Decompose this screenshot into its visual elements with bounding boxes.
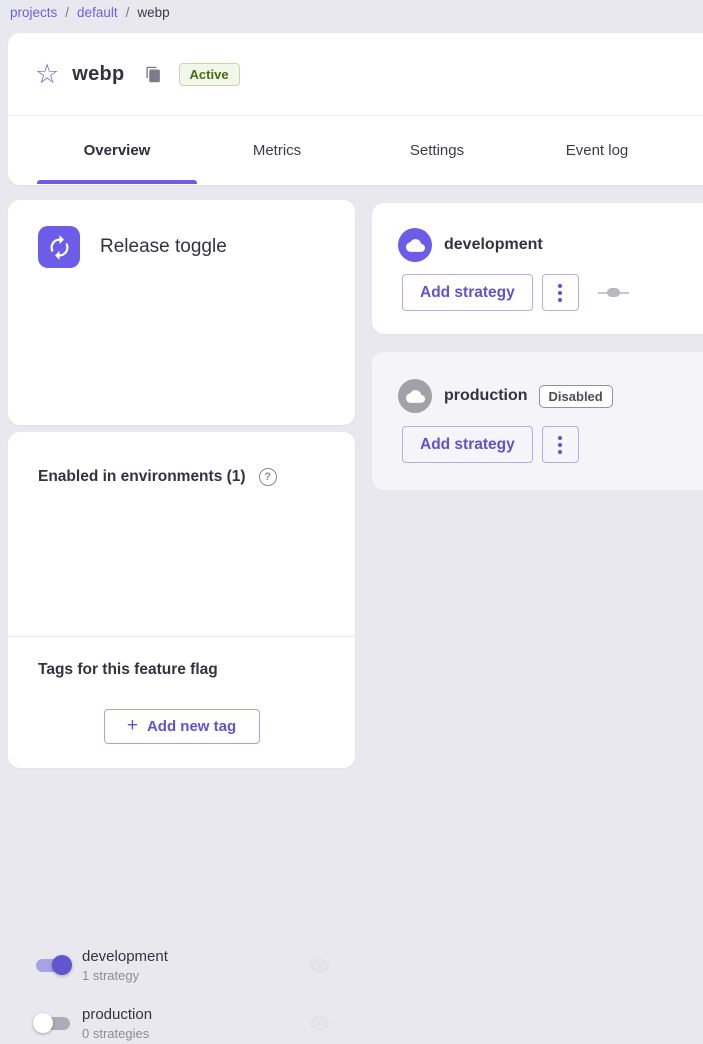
breadcrumb: projects / default / webp [10, 0, 170, 24]
breadcrumb-default-link[interactable]: default [77, 5, 118, 20]
eye-icon[interactable] [308, 1012, 331, 1035]
environment-panel-name: development [444, 236, 543, 254]
environment-row-text: development 1 strategy [82, 948, 168, 983]
environment-strategy-count: 0 strategies [82, 1026, 152, 1041]
favorite-star-icon[interactable]: ☆ [35, 61, 59, 88]
feature-flag-overview-page: projects / default / webp ☆ webp Active … [0, 0, 703, 777]
breadcrumb-projects-link[interactable]: projects [10, 5, 57, 20]
environment-name: production [82, 1006, 152, 1023]
environment-row-text: production 0 strategies [82, 1006, 152, 1041]
add-strategy-button[interactable]: Add strategy [402, 274, 533, 311]
breadcrumb-separator: / [126, 5, 130, 20]
tab-event-log[interactable]: Event log [517, 116, 677, 184]
copy-name-icon[interactable] [145, 66, 162, 83]
eye-icon[interactable] [308, 954, 331, 977]
feature-type-label: Release toggle [100, 236, 227, 258]
environment-panel-name: production [444, 387, 528, 405]
breadcrumb-separator: / [65, 5, 69, 20]
environment-row-production: production 0 strategies [34, 1002, 331, 1044]
development-environment-panel: development Add strategy [372, 203, 703, 334]
tab-event-log-label: Event log [566, 142, 629, 159]
disabled-badge: Disabled [539, 385, 613, 408]
development-panel-actions: Add strategy [402, 274, 629, 311]
status-badge: Active [179, 63, 240, 86]
add-strategy-button[interactable]: Add strategy [402, 426, 533, 463]
feature-type-row: Release toggle [38, 226, 227, 268]
environment-row-development: development 1 strategy [34, 944, 331, 986]
feature-tabs: Overview Metrics Settings Event log [8, 116, 703, 184]
tab-settings-label: Settings [410, 142, 464, 159]
toggle-thumb [52, 955, 72, 975]
kebab-dot [558, 450, 562, 454]
active-tab-underline [37, 180, 197, 184]
production-panel-actions: Add strategy [402, 426, 579, 463]
cloud-icon [398, 228, 432, 262]
breadcrumb-current: webp [137, 5, 169, 20]
plus-icon: + [127, 716, 138, 735]
environment-strategy-count: 1 strategy [82, 968, 168, 983]
environments-title-row: Enabled in environments (1) ? [38, 468, 277, 486]
kebab-dot [558, 436, 562, 440]
toggle-thumb [33, 1013, 53, 1033]
feature-header-row: ☆ webp Active [8, 33, 703, 116]
add-new-tag-button[interactable]: + Add new tag [104, 709, 260, 744]
environments-title: Enabled in environments (1) [38, 468, 246, 486]
production-panel-header: production Disabled [398, 379, 613, 413]
development-panel-header: development [398, 228, 543, 262]
kebab-dot [558, 298, 562, 302]
kebab-dot [558, 291, 562, 295]
tags-section-title: Tags for this feature flag [38, 661, 218, 679]
indicator-dot [607, 288, 620, 297]
tab-metrics[interactable]: Metrics [197, 116, 357, 184]
release-toggle-icon [38, 226, 80, 268]
help-icon[interactable]: ? [259, 468, 277, 486]
kebab-menu-button[interactable] [542, 274, 579, 311]
cloud-icon [398, 379, 432, 413]
development-toggle[interactable] [34, 954, 72, 976]
card-divider [8, 636, 355, 637]
production-environment-panel: production Disabled Add strategy [372, 352, 703, 490]
environment-name: development [82, 948, 168, 965]
production-toggle[interactable] [34, 1012, 72, 1034]
tab-metrics-label: Metrics [253, 142, 301, 159]
environments-card: Enabled in environments (1) ? developmen… [8, 432, 355, 768]
kebab-dot [558, 284, 562, 288]
add-new-tag-label: Add new tag [147, 718, 236, 735]
last-seen-indicator-icon [598, 288, 629, 297]
kebab-menu-button[interactable] [542, 426, 579, 463]
feature-details-card: Release toggle Project: default No descr… [8, 200, 355, 425]
kebab-dot [558, 443, 562, 447]
tab-overview[interactable]: Overview [37, 116, 197, 184]
tab-settings[interactable]: Settings [357, 116, 517, 184]
tab-overview-label: Overview [84, 142, 151, 159]
feature-header-card: ☆ webp Active Overview Metrics Settings … [8, 33, 703, 185]
feature-flag-title: webp [72, 63, 124, 86]
